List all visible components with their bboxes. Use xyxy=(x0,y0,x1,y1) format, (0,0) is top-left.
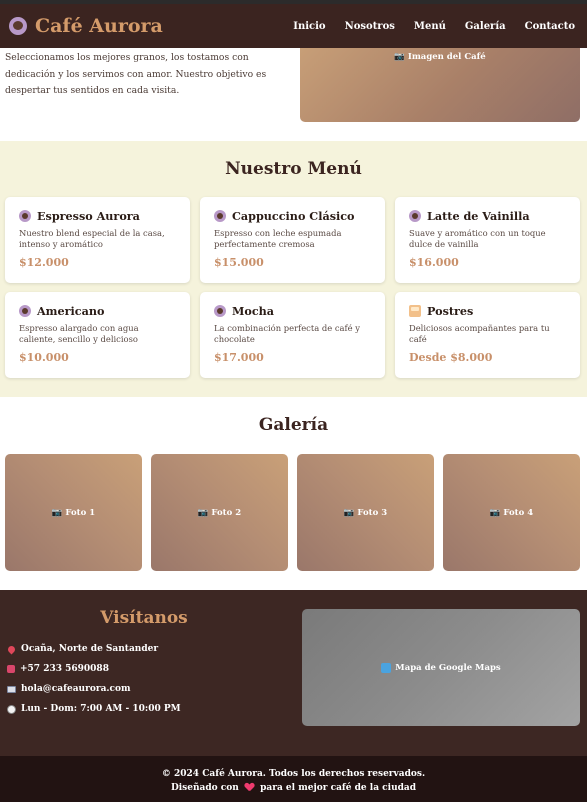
menu-item-desc: Nuestro blend especial de la casa, inten… xyxy=(19,228,165,249)
menu-item-name: Postres xyxy=(427,304,474,318)
menu-item-price: $10.000 xyxy=(19,351,69,364)
contact-hours: Lun - Dom: 7:00 AM - 10:00 PM xyxy=(7,704,181,714)
coffee-icon xyxy=(214,305,226,317)
brand-name: Café Aurora xyxy=(35,15,163,37)
menu-card-americano: Americano Espresso alargado con agua cal… xyxy=(5,292,190,378)
menu-card-postres: Postres Deliciosos acompañantes para tu … xyxy=(395,292,580,378)
menu-item-desc: La combinación perfecta de café y chocol… xyxy=(214,323,360,344)
location-pin-icon xyxy=(6,644,17,654)
nav-link-inicio[interactable]: Inicio xyxy=(293,21,325,32)
phone-text: +57 233 5690088 xyxy=(20,664,109,674)
about-text: Seleccionamos los mejores granos, los to… xyxy=(5,52,267,96)
email-text: hola@cafeaurora.com xyxy=(21,684,131,694)
menu-item-name: Cappuccino Clásico xyxy=(232,209,355,223)
nav-links: Inicio Nosotros Menú Galería Contacto xyxy=(274,21,575,32)
clock-icon xyxy=(7,704,16,714)
gallery-section: Galería 📷 Foto 1 📷 Foto 2 📷 Foto 3 📷 Fot… xyxy=(0,397,587,590)
nav-link-menu[interactable]: Menú xyxy=(414,21,446,32)
photo-label: 📷 Foto 4 xyxy=(489,507,534,518)
menu-item-desc: Espresso alargado con agua caliente, sen… xyxy=(19,323,139,344)
menu-item-name: Espresso Aurora xyxy=(37,209,140,223)
map-icon xyxy=(381,662,392,673)
map-label: Mapa de Google Maps xyxy=(381,662,501,673)
mail-icon xyxy=(7,685,16,693)
menu-item-name: Latte de Vainilla xyxy=(427,209,530,223)
cafe-image-placeholder: 📷 Imagen del Café xyxy=(300,38,580,122)
coffee-icon xyxy=(214,210,226,222)
contact-phone[interactable]: +57 233 5690088 xyxy=(7,664,109,674)
heart-icon xyxy=(245,783,254,791)
address-text: Ocaña, Norte de Santander xyxy=(21,644,159,654)
photo-label: 📷 Foto 1 xyxy=(51,507,96,518)
menu-item-desc: Deliciosos acompañantes para tu café xyxy=(409,323,550,344)
photo-label: 📷 Foto 3 xyxy=(343,507,388,518)
gallery-photo-2[interactable]: 📷 Foto 2 xyxy=(151,454,288,571)
menu-item-desc: Suave y aromático con un toque dulce de … xyxy=(409,228,546,249)
footer-copyright: © 2024 Café Aurora. Todos los derechos r… xyxy=(161,769,426,779)
phone-icon xyxy=(7,665,15,673)
menu-item-price: $12.000 xyxy=(19,256,69,269)
menu-item-desc: Espresso con leche espumada perfectament… xyxy=(214,228,342,249)
visit-title: Visítanos xyxy=(100,608,188,628)
visit-section: Visítanos Ocaña, Norte de Santander +57 … xyxy=(0,590,587,756)
nav-link-galeria[interactable]: Galería xyxy=(465,21,506,32)
coffee-cup-icon xyxy=(9,17,27,35)
nav-link-nosotros[interactable]: Nosotros xyxy=(345,21,395,32)
menu-item-price: Desde $8.000 xyxy=(409,351,493,364)
cake-icon xyxy=(409,305,421,317)
menu-card-latte: Latte de Vainilla Suave y aromático con … xyxy=(395,197,580,283)
map-placeholder[interactable]: Mapa de Google Maps xyxy=(302,609,580,726)
footer-credit: Diseñado con para el mejor café de la ci… xyxy=(0,783,587,793)
menu-title: Nuestro Menú xyxy=(225,159,362,179)
gallery-photo-3[interactable]: 📷 Foto 3 xyxy=(297,454,434,571)
nav-link-contacto[interactable]: Contacto xyxy=(525,21,575,32)
menu-item-price: $17.000 xyxy=(214,351,264,364)
menu-card-espresso: Espresso Aurora Nuestro blend especial d… xyxy=(5,197,190,283)
gallery-photo-4[interactable]: 📷 Foto 4 xyxy=(443,454,580,571)
footer-credit-prefix: Diseñado con xyxy=(170,783,239,793)
menu-card-mocha: Mocha La combinación perfecta de café y … xyxy=(200,292,385,378)
menu-item-name: Mocha xyxy=(232,304,275,318)
brand-logo[interactable]: Café Aurora xyxy=(9,15,163,37)
gallery-title: Galería xyxy=(258,415,329,435)
menu-item-price: $15.000 xyxy=(214,256,264,269)
coffee-icon xyxy=(409,210,421,222)
gallery-photo-1[interactable]: 📷 Foto 1 xyxy=(5,454,142,571)
contact-email[interactable]: hola@cafeaurora.com xyxy=(7,684,131,694)
menu-card-cappuccino: Cappuccino Clásico Espresso con leche es… xyxy=(200,197,385,283)
coffee-icon xyxy=(19,305,31,317)
coffee-icon xyxy=(19,210,31,222)
menu-section: Nuestro Menú Espresso Aurora Nuestro ble… xyxy=(0,141,587,397)
contact-address: Ocaña, Norte de Santander xyxy=(6,644,159,654)
menu-item-name: Americano xyxy=(37,304,105,318)
cafe-image-label: 📷 Imagen del Café xyxy=(394,52,486,62)
footer: © 2024 Café Aurora. Todos los derechos r… xyxy=(0,756,587,802)
menu-item-price: $16.000 xyxy=(409,256,459,269)
photo-label: 📷 Foto 2 xyxy=(197,507,242,518)
footer-credit-suffix: para el mejor café de la ciudad xyxy=(260,783,417,793)
hours-text: Lun - Dom: 7:00 AM - 10:00 PM xyxy=(21,704,181,714)
navbar: Café Aurora Inicio Nosotros Menú Galería… xyxy=(0,0,587,48)
about-section: Seleccionamos los mejores granos, los to… xyxy=(0,38,587,141)
map-label-text: Mapa de Google Maps xyxy=(395,662,501,673)
